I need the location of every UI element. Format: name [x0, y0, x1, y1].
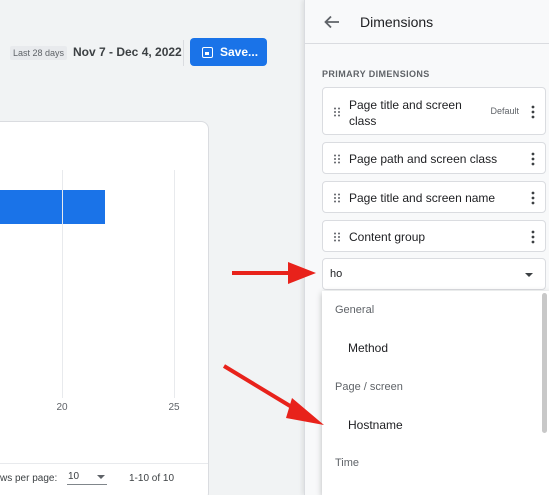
more-options-icon[interactable]	[527, 230, 539, 244]
dimensions-panel: Dimensions PRIMARY DIMENSIONS Page title…	[304, 0, 549, 495]
report-header: Last 28 days Nov 7 - Dec 4, 2022 Save...	[0, 0, 302, 90]
dimension-label: Page path and screen class	[349, 152, 498, 166]
date-range-picker[interactable]: Nov 7 - Dec 4, 2022	[73, 45, 182, 59]
header-divider	[183, 40, 184, 66]
section-label: PRIMARY DIMENSIONS	[322, 69, 430, 79]
save-button[interactable]: Save...	[190, 38, 267, 66]
more-options-icon[interactable]	[527, 191, 539, 205]
dropdown-option-hostname[interactable]: Hostname	[348, 418, 403, 432]
x-tick-25: 25	[168, 402, 180, 413]
dimension-label: Page title and screen class	[349, 98, 462, 128]
dimension-dropdown: General Method Page / screen Hostname Ti…	[322, 291, 549, 495]
rows-per-page-select[interactable]: 10	[67, 471, 107, 485]
dimension-label: Page title and screen name	[349, 191, 496, 205]
x-tick-20: 20	[56, 402, 68, 413]
rows-per-page-value: 10	[68, 471, 80, 482]
date-range-period-label: Last 28 days	[10, 46, 68, 60]
more-options-icon[interactable]	[527, 152, 539, 166]
drag-handle-icon[interactable]	[333, 193, 341, 203]
dropdown-group-general: General	[335, 304, 375, 316]
back-arrow-icon[interactable]	[323, 13, 341, 31]
dropdown-scrollbar[interactable]	[542, 293, 547, 433]
dropdown-option-method[interactable]: Method	[348, 341, 388, 355]
drag-handle-icon[interactable]	[333, 232, 341, 242]
dimension-chip[interactable]: Page path and screen class	[322, 142, 546, 174]
pagination-divider	[0, 463, 208, 464]
save-icon	[202, 46, 213, 58]
default-badge: Default	[490, 106, 519, 116]
chevron-down-icon	[97, 475, 105, 479]
dimension-label: Content group	[349, 230, 426, 244]
dimension-search-input[interactable]: ho	[322, 258, 546, 290]
chart-bar	[0, 190, 105, 224]
gridline-20	[62, 170, 63, 398]
dimension-search-value: ho	[330, 268, 343, 280]
save-button-label: Save...	[220, 45, 259, 59]
dimension-chip[interactable]: Page title and screen name	[322, 181, 546, 213]
rows-per-page-label: ws per page:	[0, 473, 58, 484]
drag-handle-icon[interactable]	[333, 154, 341, 164]
chart-card: 20 25	[0, 121, 209, 495]
dropdown-group-time: Time	[335, 457, 360, 469]
drag-handle-icon[interactable]	[333, 107, 341, 117]
gridline-25	[174, 170, 175, 398]
dimension-chip[interactable]: Page title and screen class Default	[322, 87, 546, 135]
dimension-chip[interactable]: Content group	[322, 220, 546, 252]
more-options-icon[interactable]	[527, 105, 539, 119]
panel-header: Dimensions	[305, 0, 549, 44]
panel-title: Dimensions	[360, 14, 434, 30]
dropdown-group-page-screen: Page / screen	[335, 381, 403, 393]
chevron-down-icon[interactable]	[525, 273, 533, 277]
pagination-range: 1-10 of 10	[129, 473, 175, 484]
